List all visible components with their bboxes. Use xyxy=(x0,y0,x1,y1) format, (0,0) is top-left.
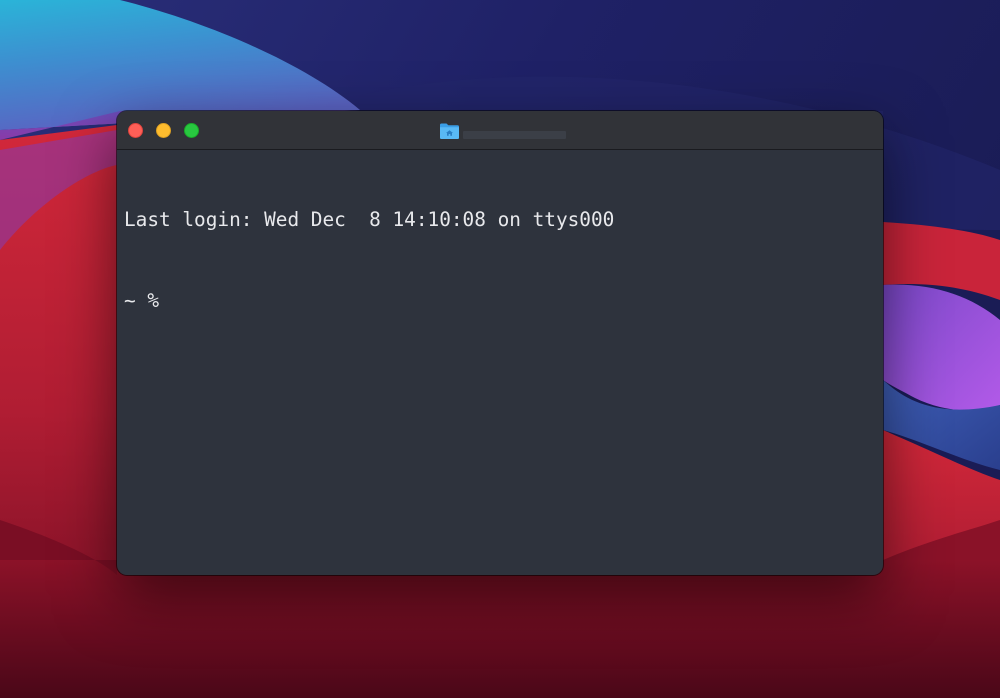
close-button[interactable] xyxy=(128,123,143,138)
title-bar[interactable] xyxy=(117,111,883,150)
minimize-button[interactable] xyxy=(156,123,171,138)
terminal-window[interactable]: Last login: Wed Dec 8 14:10:08 on ttys00… xyxy=(117,111,883,575)
home-folder-icon xyxy=(440,123,459,139)
window-title xyxy=(439,120,566,142)
terminal-output[interactable]: Last login: Wed Dec 8 14:10:08 on ttys00… xyxy=(124,152,873,565)
last-login-line: Last login: Wed Dec 8 14:10:08 on ttys00… xyxy=(124,208,615,231)
window-title-text xyxy=(463,131,566,139)
zoom-button[interactable] xyxy=(184,123,199,138)
shell-prompt[interactable]: ~ % xyxy=(124,287,873,314)
